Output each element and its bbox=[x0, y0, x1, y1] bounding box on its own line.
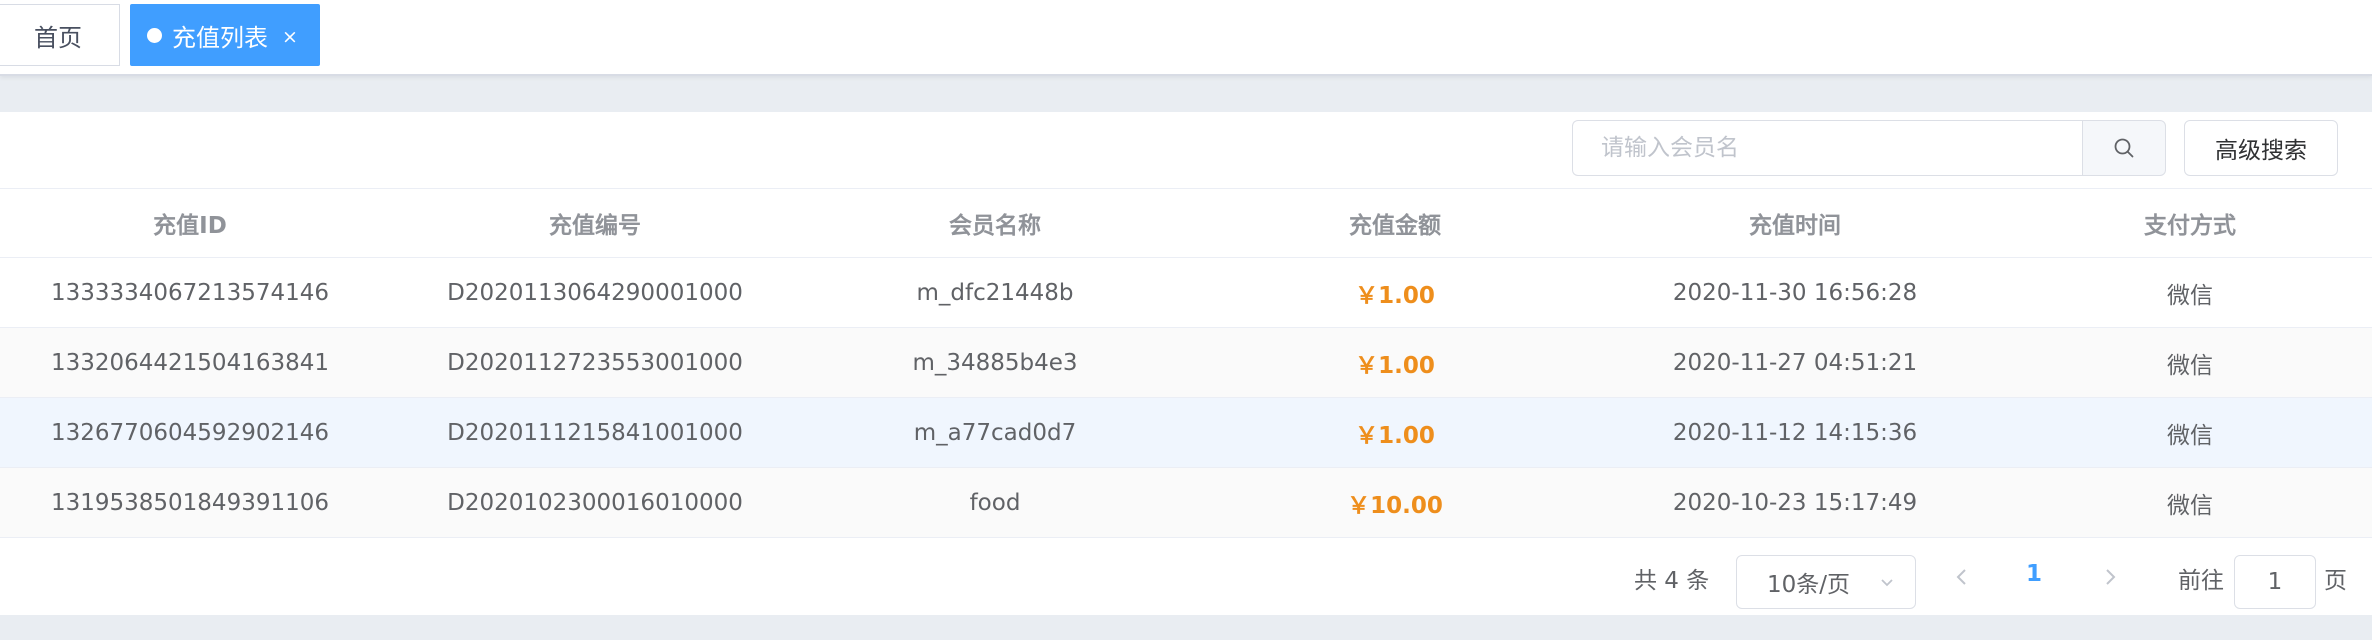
goto-page-input[interactable] bbox=[2234, 555, 2316, 609]
close-icon[interactable]: × bbox=[282, 26, 298, 48]
search-button[interactable] bbox=[2082, 120, 2166, 176]
table-row[interactable]: 1332064421504163841 D2020112723553001000… bbox=[0, 328, 2372, 398]
column-header-recharge-id[interactable]: 充值ID bbox=[0, 189, 380, 257]
active-dot-icon bbox=[147, 27, 162, 43]
cell-pay-method: 微信 bbox=[2167, 492, 2213, 519]
pagination: 共 4 条 10条/页 1 前往 页 bbox=[0, 549, 2372, 615]
prev-page-icon[interactable] bbox=[1950, 565, 1974, 589]
cell-amount: ￥1.00 bbox=[1355, 422, 1435, 449]
column-header-time[interactable]: 充值时间 bbox=[1610, 189, 1980, 257]
page-unit-label: 页 bbox=[2324, 568, 2347, 594]
tab-home[interactable]: 首页 bbox=[0, 4, 120, 66]
tab-recharge-list-label: 充值列表 bbox=[172, 23, 268, 52]
cell-time: 2020-11-27 04:51:21 bbox=[1672, 349, 1918, 376]
goto-label: 前往 bbox=[2178, 568, 2224, 594]
cell-recharge-no: D2020112723553001000 bbox=[447, 349, 743, 376]
table-row[interactable]: 1333334067213574146 D2020113064290001000… bbox=[0, 258, 2372, 328]
cell-amount: ￥1.00 bbox=[1355, 352, 1435, 379]
cell-amount: ￥1.00 bbox=[1355, 282, 1435, 309]
member-search-input[interactable] bbox=[1572, 120, 2082, 176]
cell-recharge-no: D2020113064290001000 bbox=[447, 279, 743, 306]
table-header-row: 充值ID 充值编号 会员名称 充值金额 充值时间 支付方式 bbox=[0, 189, 2372, 258]
page-size-select[interactable]: 10条/页 bbox=[1736, 555, 1916, 609]
cell-time: 2020-11-12 14:15:36 bbox=[1672, 419, 1918, 446]
cell-time: 2020-10-23 15:17:49 bbox=[1672, 489, 1918, 516]
cell-pay-method: 微信 bbox=[2167, 282, 2213, 309]
cell-recharge-no: D2020102300016010000 bbox=[447, 489, 743, 516]
tab-recharge-list[interactable]: 充值列表 × bbox=[130, 4, 320, 66]
column-header-amount[interactable]: 充值金额 bbox=[1180, 189, 1610, 257]
cell-member-name: m_dfc21448b bbox=[916, 279, 1074, 306]
table-row[interactable]: 1326770604592902146 D2020111215841001000… bbox=[0, 398, 2372, 468]
cell-member-name: food bbox=[969, 489, 1021, 516]
cell-recharge-id: 1332064421504163841 bbox=[50, 349, 330, 376]
cell-recharge-no: D2020111215841001000 bbox=[447, 419, 743, 446]
advanced-search-button[interactable]: 高级搜索 bbox=[2184, 120, 2338, 176]
cell-recharge-id: 1333334067213574146 bbox=[50, 279, 330, 306]
cell-recharge-id: 1319538501849391106 bbox=[50, 489, 330, 516]
recharge-table: 充值ID 充值编号 会员名称 充值金额 充值时间 支付方式 1333334067… bbox=[0, 189, 2372, 538]
tab-home-label: 首页 bbox=[34, 23, 82, 52]
cell-amount: ￥10.00 bbox=[1347, 492, 1443, 519]
cell-member-name: m_34885b4e3 bbox=[912, 349, 1078, 376]
column-header-recharge-no[interactable]: 充值编号 bbox=[380, 189, 810, 257]
page-size-value: 10条/页 bbox=[1767, 572, 1851, 598]
content-card: 高级搜索 充值ID 充值编号 会员名称 充值金额 充值时间 支付方式 13333… bbox=[0, 112, 2372, 615]
pagination-total: 共 4 条 bbox=[1634, 568, 1710, 594]
chevron-down-icon bbox=[1881, 579, 1893, 587]
page-number-current[interactable]: 1 bbox=[2026, 561, 2042, 587]
column-header-member-name[interactable]: 会员名称 bbox=[810, 189, 1180, 257]
table-row[interactable]: 1319538501849391106 D2020102300016010000… bbox=[0, 468, 2372, 538]
search-icon bbox=[2114, 138, 2134, 158]
cell-pay-method: 微信 bbox=[2167, 422, 2213, 449]
cell-recharge-id: 1326770604592902146 bbox=[50, 419, 330, 446]
cell-member-name: m_a77cad0d7 bbox=[913, 419, 1077, 446]
next-page-icon[interactable] bbox=[2098, 565, 2122, 589]
tags-view-bar: 首页 充值列表 × bbox=[0, 0, 2372, 76]
cell-pay-method: 微信 bbox=[2167, 352, 2213, 379]
column-header-pay-method[interactable]: 支付方式 bbox=[1980, 189, 2372, 257]
cell-time: 2020-11-30 16:56:28 bbox=[1672, 279, 1918, 306]
